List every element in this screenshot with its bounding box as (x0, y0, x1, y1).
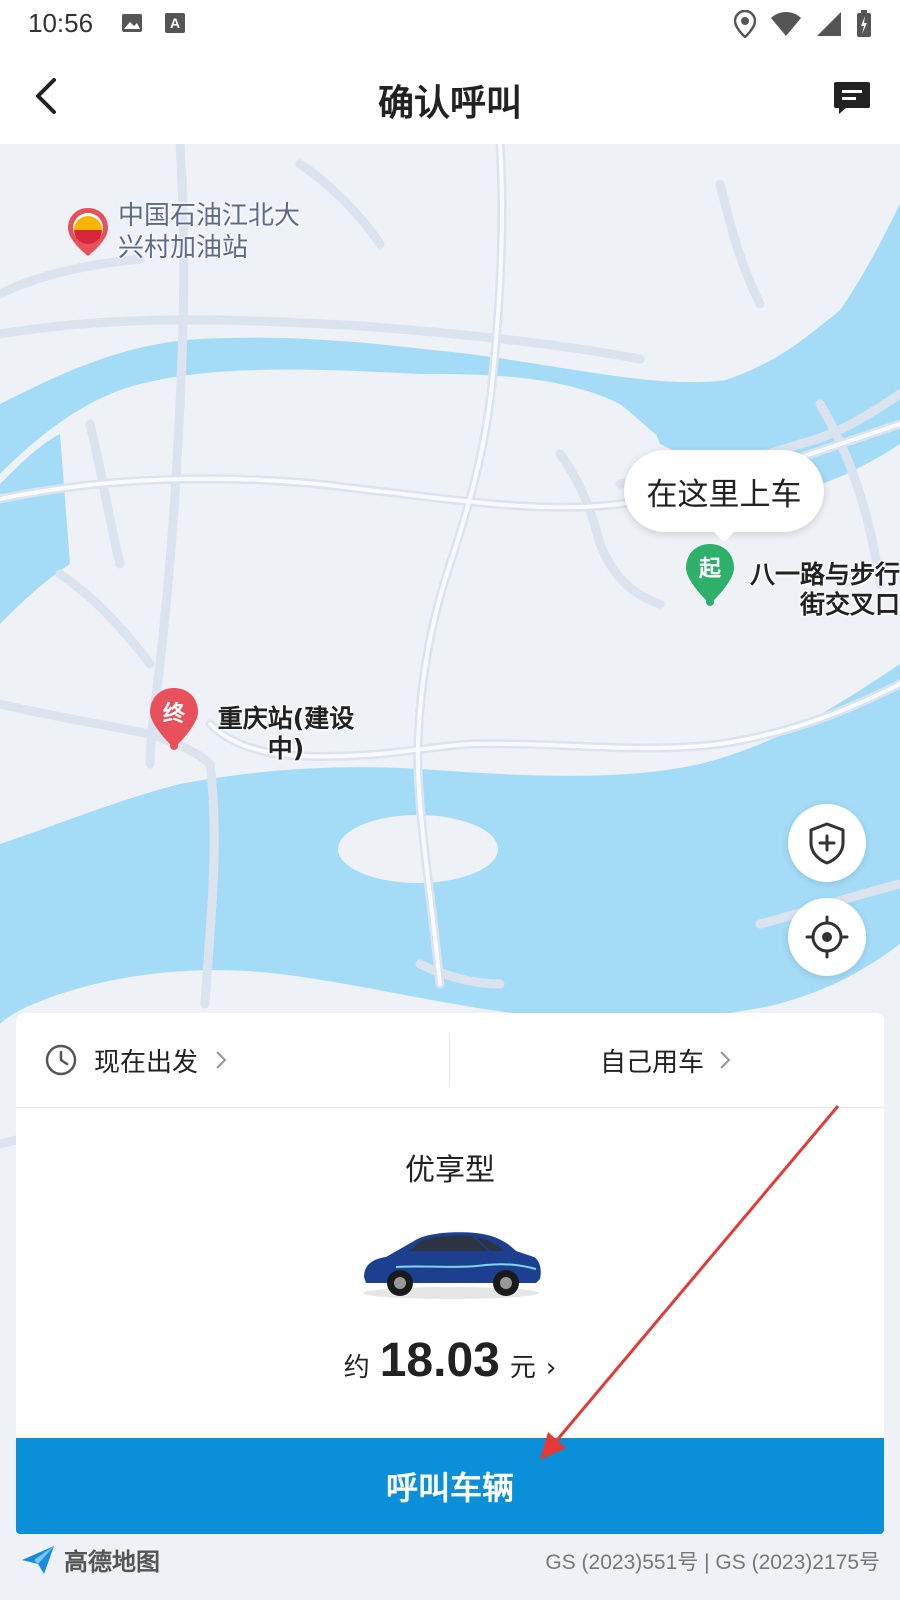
message-icon (834, 82, 870, 114)
amap-logo-text: 高德地图 (64, 1548, 160, 1576)
poi-gas-station-label[interactable]: 中国石油江北大兴村加油站 (118, 200, 308, 264)
amap-arrow-icon (22, 1545, 54, 1574)
price-estimate[interactable]: 约 18.03 元 › (16, 1333, 884, 1388)
start-place-label: 八一路与步行街交叉口 (749, 560, 900, 619)
rider-label: 自己用车 (600, 1047, 705, 1078)
amap-logo: 高德地图 (20, 1542, 160, 1577)
price-value: 18.03 (379, 1334, 500, 1387)
price-prefix: 约 (343, 1353, 370, 1383)
car-type-label: 优享型 (405, 1153, 495, 1188)
wifi-icon (771, 12, 801, 36)
price-chevron-icon: › (545, 1353, 557, 1383)
page-title: 确认呼叫 (377, 83, 522, 124)
ride-options-row: 现在出发 自己用车 (16, 1013, 884, 1108)
call-vehicle-button[interactable]: 呼叫车辆 (16, 1438, 884, 1534)
pickup-bubble[interactable]: 在这里上车 (624, 450, 824, 542)
start-badge: 起 (698, 557, 721, 582)
price-unit: 元 (509, 1353, 536, 1383)
rider-option[interactable]: 自己用车 (600, 1033, 732, 1087)
safety-button[interactable] (788, 804, 866, 882)
options-divider (449, 1033, 450, 1087)
car-image (363, 1232, 541, 1299)
image-icon (122, 14, 142, 32)
chevron-right-icon (720, 1051, 731, 1069)
chevron-right-icon (216, 1051, 227, 1069)
depart-time-option[interactable]: 现在出发 (44, 1033, 228, 1087)
status-right-icons (734, 10, 872, 38)
gas-station-icon (68, 208, 108, 256)
end-place-label: 重庆站(建设中) (217, 704, 355, 763)
status-bar: 10:56 A (0, 0, 900, 48)
map-license: GS (2023)551号 | GS (2023)2175号 (545, 1551, 880, 1574)
signal-icon (817, 12, 841, 36)
clock-icon (45, 1044, 77, 1076)
depart-label: 现在出发 (94, 1047, 199, 1078)
end-badge: 终 (162, 702, 185, 727)
locate-button[interactable] (788, 898, 866, 976)
svg-text:A: A (170, 15, 180, 31)
header: 确认呼叫 (0, 48, 900, 144)
battery-icon (857, 10, 871, 37)
locate-target-icon (805, 915, 849, 959)
status-left-icons: A (120, 11, 186, 35)
status-time: 10:56 (28, 8, 94, 38)
location-icon (734, 10, 756, 38)
text-a-icon: A (165, 13, 185, 33)
message-button[interactable] (832, 78, 872, 118)
shield-plus-icon (809, 822, 845, 865)
